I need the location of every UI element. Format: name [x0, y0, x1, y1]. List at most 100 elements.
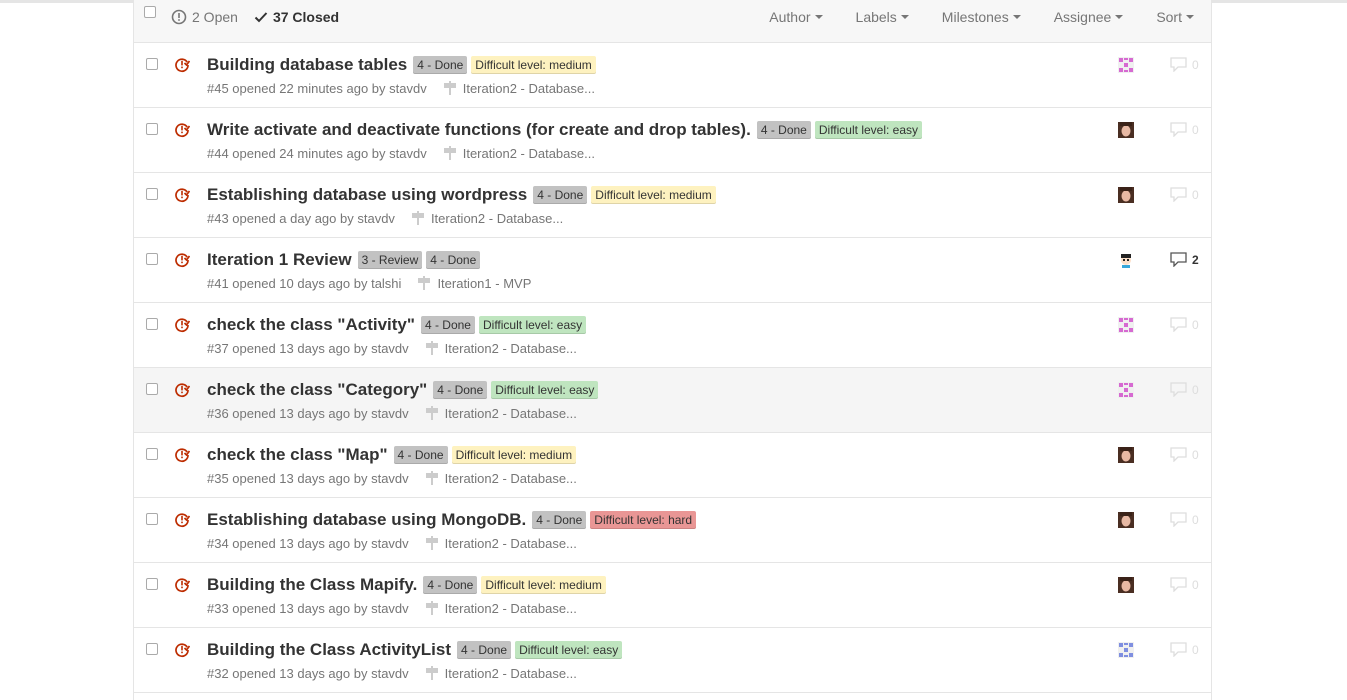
comments-count-link[interactable]: 0	[1170, 512, 1199, 527]
issue-meta: #43 opened a day ago by stavdv Iteration2…	[207, 210, 563, 226]
issue-title-line: Building the Class ActivityList 4 - Done D…	[207, 640, 626, 660]
comments-count-link[interactable]: 0	[1170, 382, 1199, 397]
open-issues-link[interactable]: 2 Open	[171, 9, 238, 25]
issue-checkbox[interactable]	[146, 318, 158, 330]
issue-milestone-link[interactable]: Iteration2 - Database...	[443, 145, 595, 161]
issue-milestone-link[interactable]: Iteration2 - Database...	[425, 600, 577, 616]
assignee-avatar[interactable]	[1118, 187, 1134, 203]
issue-checkbox[interactable]	[146, 383, 158, 395]
issue-opened-info: #45 opened 22 minutes ago by stavdv	[207, 80, 427, 96]
issue-milestone-link[interactable]: Iteration1 - MVP	[417, 275, 531, 291]
sort-filter[interactable]: Sort	[1156, 9, 1194, 25]
issue-label[interactable]: Difficult level: medium	[591, 186, 716, 204]
issue-checkbox[interactable]	[146, 253, 158, 265]
issue-title-link[interactable]: Building database tables	[207, 55, 407, 75]
issue-closed-icon	[175, 318, 191, 333]
issue-title-link[interactable]: check the class "Activity"	[207, 315, 415, 335]
milestones-filter[interactable]: Milestones	[942, 9, 1021, 25]
issue-row: check the class "Map" 4 - Done Difficult l…	[134, 433, 1211, 498]
assignee-avatar[interactable]	[1118, 57, 1134, 73]
issue-label[interactable]: 4 - Done	[756, 121, 811, 139]
comments-count-link[interactable]: 0	[1170, 577, 1199, 592]
issue-checkbox[interactable]	[146, 58, 158, 70]
issue-label[interactable]: 4 - Done	[420, 316, 475, 334]
issue-label[interactable]: Difficult level: easy	[491, 381, 599, 399]
issue-title-link[interactable]: Write activate and deactivate functions …	[207, 120, 751, 140]
issue-state	[174, 252, 191, 268]
issue-title-link[interactable]: Iteration 1 Review	[207, 250, 352, 270]
assignee-avatar[interactable]	[1118, 122, 1134, 138]
caret-down-icon	[814, 15, 823, 20]
milestone-icon	[418, 276, 431, 290]
issue-label[interactable]: 4 - Done	[426, 251, 481, 269]
issue-checkbox[interactable]	[146, 513, 158, 525]
issue-milestone-link[interactable]: Iteration2 - Database...	[425, 665, 577, 681]
assignee-avatar[interactable]	[1118, 382, 1134, 398]
issue-checkbox[interactable]	[146, 578, 158, 590]
issue-checkbox[interactable]	[146, 188, 158, 200]
issue-title-link[interactable]: check the class "Map"	[207, 445, 388, 465]
issue-title-link[interactable]: check the class "Category"	[207, 380, 427, 400]
labels-filter[interactable]: Labels	[856, 9, 909, 25]
comments-count-link[interactable]: 0	[1170, 187, 1199, 202]
issue-milestone-link[interactable]: Iteration2 - Database...	[411, 210, 563, 226]
issue-row: Establishing database using MongoDB. 4 - …	[134, 498, 1211, 563]
assignee-avatar[interactable]	[1118, 447, 1134, 463]
issue-label[interactable]: 3 - Review	[357, 251, 423, 269]
issue-meta: #41 opened 10 days ago by talshi Iteratio…	[207, 275, 531, 291]
check-icon	[254, 12, 268, 23]
issue-milestone-link[interactable]: Iteration2 - Database...	[425, 340, 577, 356]
comments-count: 0	[1192, 512, 1199, 527]
issue-milestone-link[interactable]: Iteration2 - Database...	[425, 470, 577, 486]
issue-label[interactable]: 4 - Done	[532, 511, 587, 529]
issue-label[interactable]: 4 - Done	[457, 641, 512, 659]
issue-title-link[interactable]: Establishing database using wordpress	[207, 185, 527, 205]
issue-title-link[interactable]: Building the Class Mapify.	[207, 575, 417, 595]
assignee-avatar[interactable]	[1118, 252, 1134, 268]
comments-count: 0	[1192, 122, 1199, 137]
comments-count-link[interactable]: 2	[1170, 252, 1199, 267]
assignee-avatar[interactable]	[1118, 317, 1134, 333]
issue-label[interactable]: Difficult level: easy	[478, 316, 587, 334]
issue-checkbox[interactable]	[146, 123, 158, 135]
issue-milestone-link[interactable]: Iteration2 - Database...	[443, 80, 595, 96]
issue-state	[174, 577, 191, 593]
issue-label[interactable]: Difficult level: hard	[590, 511, 697, 529]
issue-label[interactable]: Difficult level: easy	[814, 121, 923, 139]
assignee-avatar[interactable]	[1118, 642, 1134, 658]
issue-label[interactable]: Difficult level: medium	[471, 56, 596, 74]
issue-milestone-link[interactable]: Iteration2 - Database...	[425, 405, 577, 421]
issue-label[interactable]: Difficult level: medium	[481, 576, 606, 594]
author-filter[interactable]: Author	[769, 9, 823, 25]
issue-title-line: Establishing database using MongoDB. 4 - …	[207, 510, 700, 530]
assignee-filter[interactable]: Assignee	[1054, 9, 1124, 25]
comments-count-link[interactable]: 0	[1170, 642, 1199, 657]
issue-label[interactable]: Difficult level: easy	[515, 641, 623, 659]
issue-label[interactable]: 4 - Done	[393, 446, 448, 464]
issue-meta: #34 opened 13 days ago by stavdv Iteratio…	[207, 535, 577, 551]
issue-title-link[interactable]: Establishing database using MongoDB.	[207, 510, 526, 530]
comment-icon	[1170, 252, 1187, 267]
issue-label[interactable]: 4 - Done	[423, 576, 478, 594]
assignee-avatar[interactable]	[1118, 577, 1134, 593]
comments-count-link[interactable]: 0	[1170, 447, 1199, 462]
issue-label[interactable]: 4 - Done	[413, 56, 468, 74]
issues-list-header: 2 Open 37 Closed Author Labels Milestone…	[134, 0, 1211, 43]
comments-count-link[interactable]: 0	[1170, 317, 1199, 332]
issue-label[interactable]: 4 - Done	[433, 381, 488, 399]
issue-milestone-link[interactable]: Iteration2 - Database...	[425, 535, 577, 551]
assignee-avatar[interactable]	[1118, 512, 1134, 528]
select-all-checkbox[interactable]	[144, 6, 156, 18]
issue-state	[174, 187, 191, 203]
user-avatar-identicon	[1118, 642, 1134, 658]
comments-count-link[interactable]: 0	[1170, 122, 1199, 137]
issue-label[interactable]: Difficult level: medium	[451, 446, 577, 464]
issue-checkbox[interactable]	[146, 448, 158, 460]
issue-label[interactable]: 4 - Done	[533, 186, 588, 204]
comments-count-link[interactable]: 0	[1170, 57, 1199, 72]
caret-down-icon	[1012, 15, 1021, 20]
issue-title-link[interactable]: Building the Class ActivityList	[207, 640, 451, 660]
issue-closed-icon	[175, 123, 191, 138]
closed-issues-link[interactable]: 37 Closed	[254, 9, 339, 25]
issue-checkbox[interactable]	[146, 643, 158, 655]
